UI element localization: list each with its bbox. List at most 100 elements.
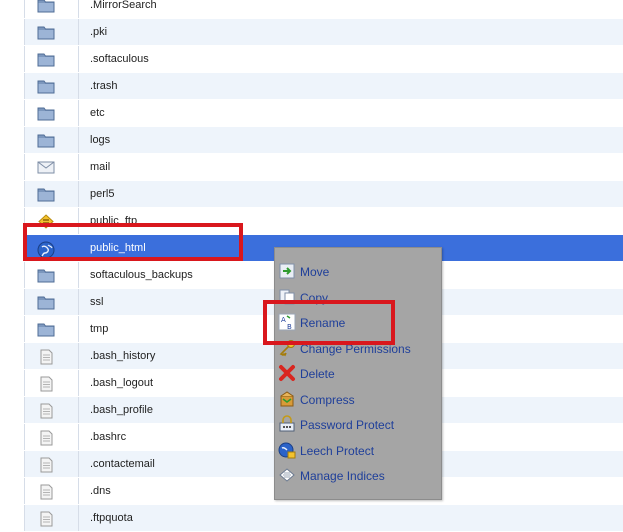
file-icon-cell xyxy=(24,73,79,99)
menu-item-label: Password Protect xyxy=(300,418,395,432)
menu-item-label: Compress xyxy=(300,393,355,407)
file-icon-cell xyxy=(24,127,79,153)
file-name[interactable]: public_html xyxy=(90,235,146,262)
file-name[interactable]: .bash_history xyxy=(90,343,155,370)
folder-icon[interactable] xyxy=(37,322,55,337)
menu-item-label: Manage Indices xyxy=(300,469,385,483)
menu-item-label: Rename xyxy=(300,316,346,330)
row-gutter xyxy=(0,505,24,531)
file-name[interactable]: ssl xyxy=(90,289,103,316)
folder-icon[interactable] xyxy=(37,25,55,40)
row-gutter xyxy=(0,235,24,261)
row-gutter xyxy=(0,397,24,423)
web-globe-icon[interactable] xyxy=(37,241,55,259)
folder-icon[interactable] xyxy=(37,187,55,202)
rename-icon: AB xyxy=(278,313,296,331)
menu-item-move[interactable]: Move xyxy=(275,260,441,284)
mail-folder-icon[interactable] xyxy=(37,160,55,175)
menu-item-label: Copy xyxy=(300,291,329,305)
row-gutter xyxy=(0,73,24,99)
svg-text:A: A xyxy=(281,316,286,324)
text-file-icon[interactable] xyxy=(37,349,55,365)
file-row[interactable]: .MirrorSearch xyxy=(0,0,623,19)
file-row[interactable]: .pki xyxy=(0,19,623,46)
file-name[interactable]: mail xyxy=(90,154,110,181)
text-file-icon[interactable] xyxy=(37,403,55,419)
file-icon-cell xyxy=(24,154,79,180)
file-icon-cell xyxy=(24,505,79,531)
text-file-icon[interactable] xyxy=(37,457,55,473)
text-file-icon[interactable] xyxy=(37,484,55,500)
file-name[interactable]: softaculous_backups xyxy=(90,262,193,289)
svg-text:B: B xyxy=(287,323,292,331)
copy-icon xyxy=(278,288,296,306)
menu-item-compress[interactable]: Compress xyxy=(275,388,441,412)
file-name[interactable]: .softaculous xyxy=(90,46,149,73)
file-icon-cell xyxy=(24,0,79,18)
file-row[interactable]: .ftpquota xyxy=(0,505,623,532)
folder-icon[interactable] xyxy=(37,0,55,13)
file-name[interactable]: .dns xyxy=(90,478,111,505)
file-name[interactable]: .MirrorSearch xyxy=(90,0,157,19)
file-name[interactable]: .trash xyxy=(90,73,118,100)
file-icon-cell xyxy=(24,262,79,288)
row-gutter xyxy=(0,262,24,288)
menu-item-label: Delete xyxy=(300,367,335,381)
file-icon-cell xyxy=(24,46,79,72)
menu-item-password-protect[interactable]: Password Protect xyxy=(275,413,441,437)
file-row[interactable]: etc xyxy=(0,100,623,127)
file-row[interactable]: public_ftp xyxy=(0,208,623,235)
menu-item-delete[interactable]: Delete xyxy=(275,362,441,386)
folder-icon[interactable] xyxy=(37,106,55,121)
text-file-icon[interactable] xyxy=(37,511,55,527)
file-name[interactable]: .pki xyxy=(90,19,107,46)
file-icon-cell xyxy=(24,208,79,234)
text-file-icon[interactable] xyxy=(37,376,55,392)
menu-item-change-permissions[interactable]: Change Permissions xyxy=(275,337,441,361)
folder-icon[interactable] xyxy=(37,52,55,67)
ftp-folder-icon[interactable] xyxy=(37,214,55,229)
row-gutter xyxy=(0,181,24,207)
file-row[interactable]: perl5 xyxy=(0,181,623,208)
file-icon-cell xyxy=(24,316,79,342)
manage-indices-icon xyxy=(278,466,296,484)
menu-item-rename[interactable]: A B Rename xyxy=(275,311,441,335)
file-name[interactable]: public_ftp xyxy=(90,208,137,235)
row-gutter xyxy=(0,46,24,72)
menu-item-copy[interactable]: Copy xyxy=(275,286,441,310)
folder-icon[interactable] xyxy=(37,295,55,310)
menu-item-label: Move xyxy=(300,265,330,279)
row-gutter xyxy=(0,478,24,504)
menu-item-manage-indices[interactable]: Manage Indices xyxy=(275,464,441,488)
row-gutter xyxy=(0,0,24,18)
row-gutter xyxy=(0,370,24,396)
file-name[interactable]: .contactemail xyxy=(90,451,155,478)
file-name[interactable]: .ftpquota xyxy=(90,505,133,532)
file-icon-cell xyxy=(24,289,79,315)
text-file-icon[interactable] xyxy=(37,430,55,446)
key-icon xyxy=(278,339,296,357)
file-icon-cell xyxy=(24,451,79,477)
file-name[interactable]: logs xyxy=(90,127,110,154)
file-name[interactable]: .bash_profile xyxy=(90,397,153,424)
file-name[interactable]: .bashrc xyxy=(90,424,126,451)
file-icon-cell xyxy=(24,478,79,504)
context-menu: Move Copy A B Rename Change Permissions Delete… xyxy=(274,247,442,500)
file-row[interactable]: logs xyxy=(0,127,623,154)
file-row[interactable]: .softaculous xyxy=(0,46,623,73)
row-gutter xyxy=(0,316,24,342)
file-name[interactable]: etc xyxy=(90,100,105,127)
file-row[interactable]: mail xyxy=(0,154,623,181)
file-name[interactable]: perl5 xyxy=(90,181,114,208)
row-gutter xyxy=(0,451,24,477)
file-name[interactable]: .bash_logout xyxy=(90,370,153,397)
folder-icon[interactable] xyxy=(37,268,55,283)
delete-icon xyxy=(278,364,296,382)
file-row[interactable]: .trash xyxy=(0,73,623,100)
file-icon-cell xyxy=(24,235,79,261)
file-name[interactable]: tmp xyxy=(90,316,108,343)
folder-icon[interactable] xyxy=(37,79,55,94)
menu-item-leech-protect[interactable]: Leech Protect xyxy=(275,439,441,463)
file-icon-cell xyxy=(24,343,79,369)
folder-icon[interactable] xyxy=(37,133,55,148)
